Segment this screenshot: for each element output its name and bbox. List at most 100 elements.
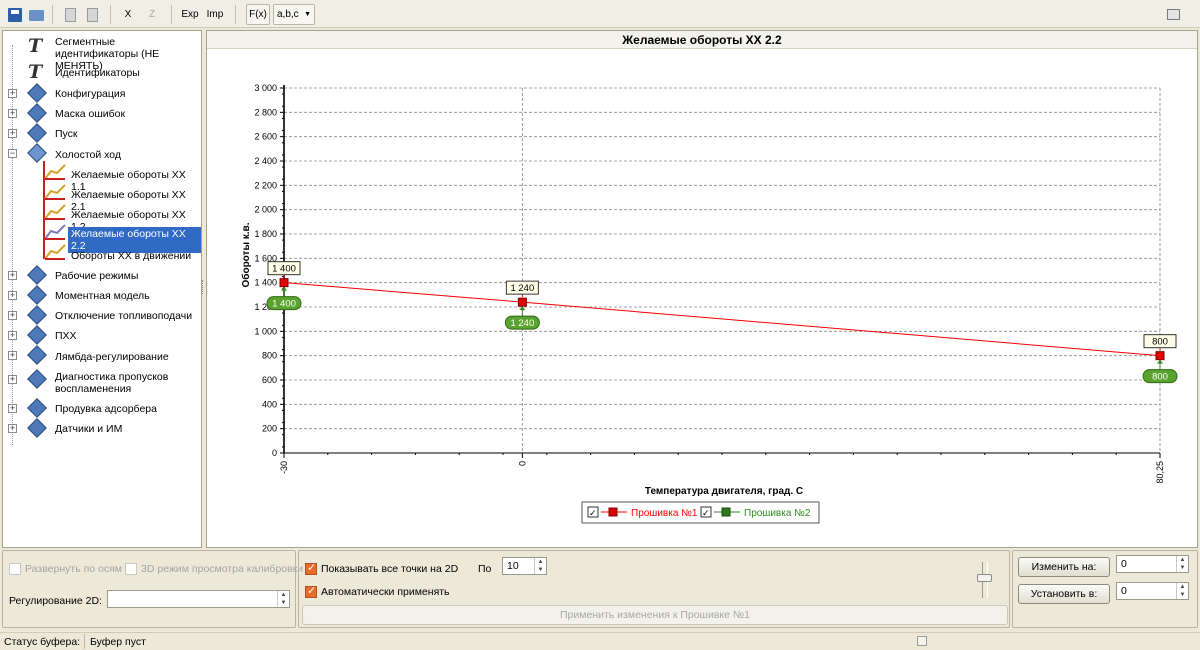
abc-dropdown-label: a,b,c <box>277 9 299 20</box>
spinner-icon[interactable]: ▲ ▼ <box>1176 583 1188 599</box>
series-2-arrow <box>281 286 287 291</box>
series-2-data-label: 1 400 <box>272 299 296 310</box>
toolbar: X Z Exp Imp F(x) a,b,c ▼ <box>0 0 1200 28</box>
y-tick-label: 2 000 <box>254 205 277 215</box>
tree-item-misfire[interactable]: Диагностика пропусков воспламенения <box>55 371 195 395</box>
x-axis-label: Температура двигателя, град. С <box>645 486 803 497</box>
view-options-group <box>2 550 296 628</box>
curve-icon <box>44 204 66 220</box>
splitter-grip[interactable] <box>202 280 205 294</box>
expand-icon[interactable]: + <box>8 89 17 98</box>
legend-series-2: Прошивка №2 <box>744 508 811 519</box>
expand-icon[interactable]: + <box>8 311 17 320</box>
tree-item-idle[interactable]: Холостой ход <box>55 149 121 161</box>
change-by-value: 0 <box>1121 558 1127 570</box>
tree-item-sensors[interactable]: Датчики и ИМ <box>55 423 122 435</box>
diamond-icon <box>27 345 47 365</box>
expand-icon[interactable]: + <box>8 291 17 300</box>
reg-2d-select[interactable]: ▲ ▼ <box>107 590 290 608</box>
diamond-icon <box>27 285 47 305</box>
series-2-arrow <box>1157 359 1163 364</box>
y-tick-label: 400 <box>262 399 277 409</box>
open-folder-icon[interactable] <box>26 4 46 25</box>
expand-icon[interactable]: + <box>8 109 17 118</box>
y-tick-label: 800 <box>262 351 277 361</box>
diamond-icon <box>27 123 47 143</box>
check-icon: ✓ <box>702 509 710 519</box>
diamond-open-icon <box>27 143 47 163</box>
curve-icon <box>44 164 66 180</box>
expand-axes-checkbox[interactable] <box>9 563 21 575</box>
auto-apply-label: Автоматически применять <box>321 586 450 598</box>
z-button[interactable]: Z <box>141 4 163 25</box>
tree-item-lambda[interactable]: Лямбда-регулирование <box>55 351 169 363</box>
export-button[interactable]: Exp <box>178 4 202 25</box>
apply-changes-button[interactable]: Применить изменения к Прошивке №1 <box>302 605 1008 625</box>
y-tick-label: 1 000 <box>254 326 277 336</box>
copy-icon[interactable] <box>60 4 80 25</box>
change-by-button[interactable]: Изменить на: <box>1018 557 1110 577</box>
bottom-panel: Развернуть по осям 3D режим просмотра ка… <box>0 550 1200 630</box>
series-1-point <box>517 297 527 307</box>
line-chart[interactable]: 02004006008001 0001 2001 4001 6001 8002 … <box>207 31 1197 547</box>
window-layout-icon[interactable] <box>1160 4 1186 25</box>
mode-3d-label: 3D режим просмотра калибровки <box>141 563 304 575</box>
diamond-icon <box>27 83 47 103</box>
slider-thumb[interactable] <box>977 574 992 582</box>
function-button[interactable]: F(x) <box>246 4 270 25</box>
paste-icon[interactable] <box>82 4 102 25</box>
import-button[interactable]: Imp <box>203 4 227 25</box>
chart-panel: Желаемые обороты XX 2.2 0 200 400 600 800 1 0… <box>206 30 1198 548</box>
set-to-input[interactable]: 0 ▲ ▼ <box>1116 582 1189 600</box>
tree-item-adsorber[interactable]: Продувка адсорбера <box>55 403 157 415</box>
diamond-icon <box>27 265 47 285</box>
expand-icon[interactable]: + <box>8 271 17 280</box>
expand-icon[interactable]: + <box>8 351 17 360</box>
chart-legend: ✓ Прошивка №1 ✓ Прошивка №2 <box>581 501 820 524</box>
buffer-status-label: Статус буфера: <box>4 636 81 648</box>
toolbar-separator <box>110 5 111 24</box>
expand-icon[interactable]: + <box>8 375 17 384</box>
legend-marker <box>721 507 731 517</box>
abc-dropdown[interactable]: a,b,c ▼ <box>273 4 315 25</box>
spinner-icon[interactable]: ▲ ▼ <box>534 558 546 574</box>
expand-icon[interactable]: + <box>8 129 17 138</box>
set-to-value: 0 <box>1121 585 1127 597</box>
spinner-icon[interactable]: ▲ ▼ <box>1176 556 1188 572</box>
expand-icon[interactable]: + <box>8 331 17 340</box>
set-to-button[interactable]: Установить в: <box>1018 584 1110 604</box>
save-icon[interactable] <box>4 4 24 25</box>
spinner-icon[interactable]: ▲ ▼ <box>277 591 289 607</box>
collapse-icon[interactable]: − <box>8 149 17 158</box>
y-tick-label: 2 600 <box>254 132 277 142</box>
auto-apply-checkbox[interactable] <box>305 584 317 598</box>
x-button[interactable]: X <box>117 4 139 25</box>
series-1-line <box>283 282 1161 357</box>
tree-item-error-mask[interactable]: Маска ошибок <box>55 108 125 120</box>
tree-item-config[interactable]: Конфигурация <box>55 88 125 100</box>
y-tick-label: 3 000 <box>254 83 277 93</box>
tree-item-idle-moving[interactable]: Обороты XX в движении <box>71 250 191 262</box>
x-tick-label: 0 <box>517 461 527 466</box>
change-by-input[interactable]: 0 ▲ ▼ <box>1116 555 1189 573</box>
diamond-icon <box>27 369 47 389</box>
expand-icon[interactable]: + <box>8 404 17 413</box>
by-input[interactable]: 10 ▲ ▼ <box>502 557 547 575</box>
text-T-icon: T <box>28 61 43 83</box>
tree-item-work-modes[interactable]: Рабочие режимы <box>55 270 138 282</box>
status-separator <box>84 634 85 649</box>
tree-item-ids[interactable]: Идентификаторы <box>55 67 140 79</box>
mode-3d-checkbox[interactable] <box>125 563 137 575</box>
toolbar-separator <box>171 5 172 24</box>
toolbar-separator <box>235 5 236 24</box>
diamond-icon <box>27 305 47 325</box>
tree-item-torque-model[interactable]: Моментная модель <box>55 290 150 302</box>
tree-item-start[interactable]: Пуск <box>55 128 78 140</box>
status-indicator <box>917 636 927 646</box>
y-tick-label: 0 <box>272 448 277 458</box>
buffer-status-value: Буфер пуст <box>90 636 146 648</box>
expand-icon[interactable]: + <box>8 424 17 433</box>
show-all-points-checkbox[interactable] <box>305 561 317 575</box>
tree-item-fuel-cutoff[interactable]: Отключение топливоподачи <box>55 310 192 322</box>
tree-item-idle-valve[interactable]: ПХХ <box>55 330 77 342</box>
